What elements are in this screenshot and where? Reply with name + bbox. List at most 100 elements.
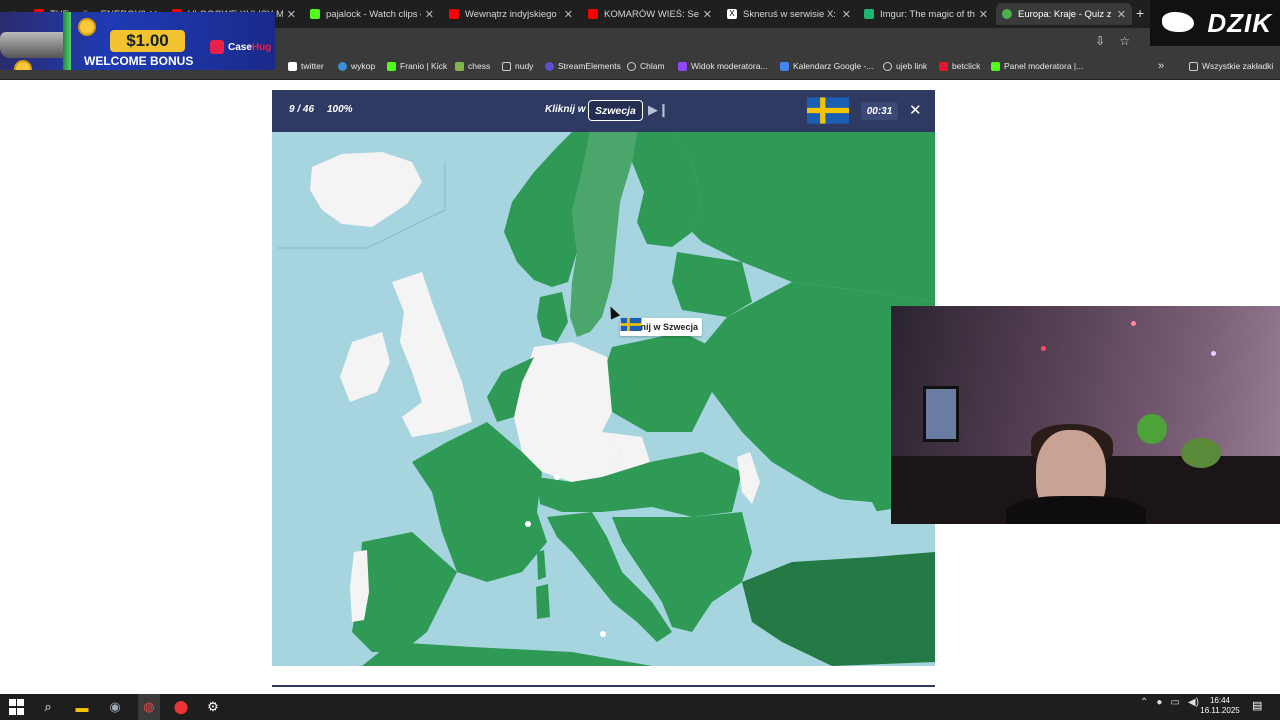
- globe-icon: [627, 61, 636, 71]
- bookmark-panel-moderatora[interactable]: Panel moderatora |...: [991, 61, 1083, 71]
- europe-map[interactable]: Kliknij w Szwecja: [272, 132, 935, 666]
- tray-chevron-icon[interactable]: ⌃: [1140, 697, 1148, 708]
- led-light: [1211, 351, 1216, 356]
- bookmark-star-icon[interactable]: ☆: [1119, 34, 1130, 48]
- hover-tooltip: Kliknij w Szwecja: [620, 318, 703, 336]
- skip-icon[interactable]: ▶❙: [648, 102, 669, 118]
- country-baltics[interactable]: [672, 252, 752, 317]
- tab-3[interactable]: Wewnątrz indyjskiego fe ✕: [443, 3, 579, 25]
- microphone-icon[interactable]: ●: [1156, 697, 1162, 708]
- close-icon[interactable]: ✕: [287, 8, 296, 21]
- country-monaco[interactable]: [525, 521, 531, 527]
- settings-icon[interactable]: ⚙: [205, 699, 221, 715]
- bookmark-label: Wszystkie zakładki: [1202, 61, 1274, 71]
- bookmark-twitter[interactable]: twitter: [288, 61, 324, 71]
- bookmark-label: chess: [468, 61, 491, 71]
- close-icon[interactable]: ✕: [979, 8, 988, 21]
- windows-start-icon[interactable]: [8, 699, 24, 715]
- globe-icon: [883, 61, 892, 71]
- bookmark-kalendarz-google[interactable]: Kalendarz Google -...: [780, 61, 873, 71]
- youtube-icon: [449, 9, 459, 19]
- streamer-webcam: [891, 306, 1280, 524]
- bookmark-wykop[interactable]: wykop: [338, 61, 375, 71]
- chrome-icon[interactable]: ◍: [141, 699, 157, 715]
- bookmark-nudy[interactable]: nudy: [502, 61, 533, 71]
- close-icon[interactable]: ✕: [703, 8, 712, 21]
- bookmark-betclick[interactable]: betclick: [939, 61, 980, 71]
- bookmark-label: Kalendarz Google -...: [793, 61, 874, 71]
- twitch-icon: [678, 61, 687, 71]
- file-explorer-icon[interactable]: ▬: [74, 699, 90, 715]
- chess-icon: [455, 61, 464, 71]
- close-icon[interactable]: ✕: [425, 8, 434, 21]
- ad-welcome-text: WELCOME BONUS: [84, 54, 194, 68]
- ad-brand: Case Hug: [210, 40, 271, 54]
- bookmark-chess[interactable]: chess: [455, 61, 490, 71]
- wykop-icon: [338, 61, 347, 71]
- quiz-timer: 00:31: [861, 102, 898, 120]
- knife-skin-image: [63, 12, 71, 70]
- webcam-plush-toy: [1137, 414, 1167, 444]
- country-malta[interactable]: [600, 631, 606, 637]
- bookmark-franio-kick[interactable]: Franio | Kick: [387, 61, 447, 71]
- ad-brand-suffix: Hug: [251, 41, 272, 53]
- sweden-flag-icon: [620, 318, 642, 331]
- all-bookmarks[interactable]: Wszystkie zakładki: [1189, 61, 1273, 71]
- bookmark-label: nudy: [515, 61, 534, 71]
- x-icon: [288, 61, 297, 71]
- streamelements-icon: [545, 61, 554, 71]
- close-icon[interactable]: ✕: [842, 8, 851, 21]
- bookmark-label: twitter: [301, 61, 324, 71]
- volume-icon[interactable]: ◀): [1188, 697, 1199, 708]
- webcam-plush-toy: [1181, 438, 1221, 468]
- clock-date: 16.11.2025: [1200, 706, 1240, 715]
- weapon-skin-image: [0, 32, 70, 58]
- close-icon[interactable]: ✕: [1117, 8, 1126, 21]
- bookmark-ujeb-link[interactable]: ujeb link: [883, 61, 927, 71]
- betclic-icon: [939, 61, 948, 71]
- tab-5[interactable]: X Skneruś w serwisie X: ✕: [721, 3, 857, 25]
- tab-title: Europa: Kraje - Quiz z ma: [1018, 8, 1113, 20]
- bookmark-label: StreamElements: [558, 61, 621, 71]
- app-icon[interactable]: ◉: [107, 699, 123, 715]
- close-icon[interactable]: ✕: [909, 101, 922, 119]
- imgur-icon: [864, 9, 874, 19]
- network-icon[interactable]: ▭: [1170, 697, 1179, 708]
- tab-title: Skneruś w serwisie X:: [743, 8, 836, 20]
- calendar-icon: [780, 61, 789, 71]
- bookmark-label: ujeb link: [896, 61, 928, 71]
- close-icon[interactable]: ✕: [564, 8, 573, 21]
- quiz-percent: 100%: [327, 104, 353, 115]
- obs-icon[interactable]: ⬤: [173, 699, 189, 715]
- country-liechtenstein[interactable]: [554, 474, 560, 480]
- bookmark-label: wykop: [351, 61, 376, 71]
- tab-4[interactable]: KOMARÓW WIEŚ: Sebast ✕: [582, 3, 718, 25]
- new-tab-button[interactable]: +: [1136, 5, 1144, 21]
- tab-2[interactable]: pajalock - Watch clips on ✕: [304, 3, 440, 25]
- install-app-icon[interactable]: ⇩: [1095, 34, 1105, 48]
- stream-brand-logo: DZIK: [1150, 0, 1280, 46]
- bookmark-streamelements[interactable]: StreamElements: [545, 61, 621, 71]
- bookmarks-overflow-button[interactable]: »: [1158, 60, 1164, 72]
- island-sardinia[interactable]: [536, 584, 550, 619]
- island-balearic[interactable]: [472, 542, 488, 552]
- kick-icon: [387, 61, 396, 71]
- tab-title: KOMARÓW WIEŚ: Sebast: [604, 8, 699, 20]
- tab-6[interactable]: Imgur: The magic of the I ✕: [858, 3, 994, 25]
- tab-7-active[interactable]: Europa: Kraje - Quiz z ma ✕: [996, 3, 1132, 25]
- boar-icon: [1162, 12, 1194, 32]
- tab-title: Imgur: The magic of the I: [880, 8, 975, 20]
- kick-icon: [991, 61, 1000, 71]
- led-light: [1041, 346, 1046, 351]
- clock-time: 16:44: [1209, 696, 1231, 705]
- bookmark-label: betclick: [952, 61, 981, 71]
- search-icon[interactable]: ⌕: [40, 699, 56, 715]
- quiz-target-country: Szwecja: [588, 100, 643, 121]
- bookmark-widok-moderatora[interactable]: Widok moderatora...: [678, 61, 768, 71]
- kick-icon: [310, 9, 320, 19]
- taskbar-clock[interactable]: 16:44 16.11.2025: [1200, 696, 1240, 716]
- windows-taskbar: [0, 694, 1280, 720]
- seterra-icon: [1002, 9, 1012, 19]
- bookmark-chlam[interactable]: Chlam: [627, 61, 665, 71]
- notifications-icon[interactable]: ▤: [1252, 699, 1262, 712]
